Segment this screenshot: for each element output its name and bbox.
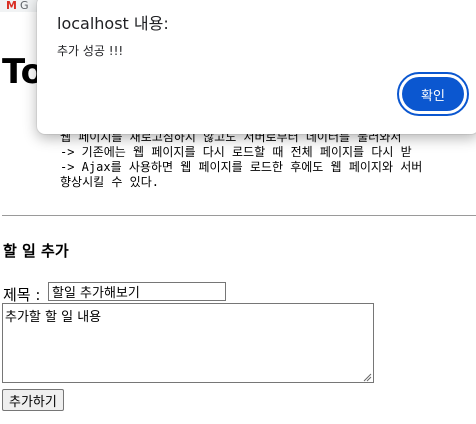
alert-message: 추가 성공 !!! [57, 44, 124, 58]
description-line-2: -> 기존에는 웹 페이지를 다시 로드할 때 전체 페이지를 다시 받 [60, 145, 412, 159]
add-button[interactable]: 추가하기 [2, 389, 64, 411]
tab-label: G [19, 0, 29, 12]
title-input[interactable] [48, 282, 226, 301]
title-label: 제목 : [3, 286, 41, 304]
add-todo-heading: 할 일 추가 [3, 242, 69, 260]
resize-grip-icon[interactable] [362, 372, 372, 382]
alert-title: localhost 내용: [57, 14, 169, 33]
description-line-3: -> Ajax를 사용하면 웹 페이지를 로드한 후에도 웹 페이지와 서버 [60, 160, 423, 174]
gmail-icon: M [6, 0, 17, 12]
ok-button[interactable]: 확인 [402, 77, 464, 111]
alert-dialog: localhost 내용: 추가 성공 !!! 확인 [37, 0, 476, 134]
divider [2, 215, 476, 216]
gmail-tab[interactable]: MG [6, 0, 28, 12]
description-block: 웹 페이지를 새로고침하지 않고도 서버로부터 데이터를 불러와서 -> 기존에는… [60, 130, 476, 190]
description-line-4: 향상시킬 수 있다. [60, 175, 159, 189]
content-textarea[interactable]: 추가할 할 일 내용 [2, 303, 374, 383]
